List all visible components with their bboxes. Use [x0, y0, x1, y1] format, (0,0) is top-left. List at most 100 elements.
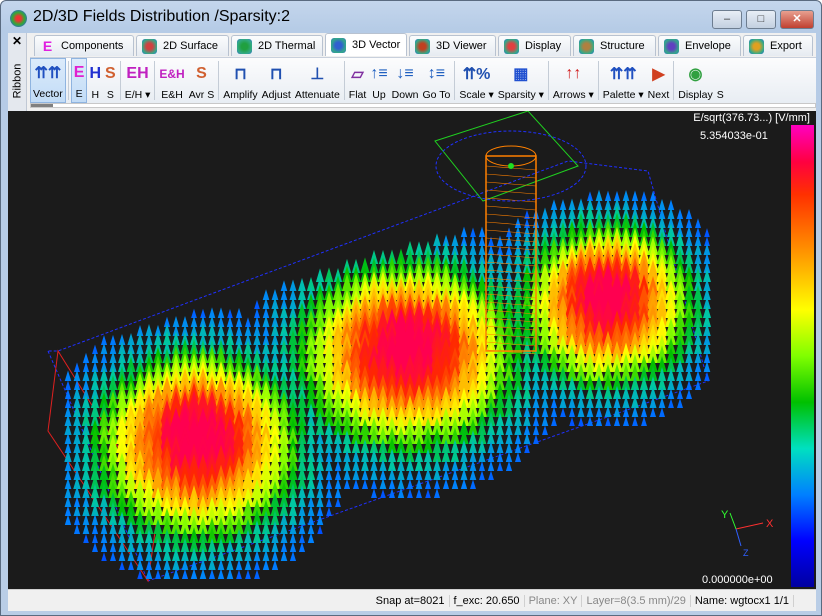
h-icon: H — [89, 65, 102, 82]
goto-icon: ↕≡ — [427, 65, 446, 82]
tab-components[interactable]: E Components — [34, 35, 134, 56]
close-button[interactable]: ✕ — [780, 10, 814, 29]
s-button[interactable]: SS — [103, 58, 118, 103]
field-arrow — [371, 488, 377, 498]
e-component-icon: E — [42, 37, 53, 54]
next-icon: ▶ — [652, 66, 665, 83]
field-arrow — [533, 434, 539, 444]
up-button[interactable]: ↑≡ Up — [368, 58, 389, 103]
vector-button[interactable]: ⇈⇈ Vector — [30, 58, 66, 103]
z-axis-line — [735, 528, 742, 547]
field-arrow — [92, 542, 98, 552]
field-arrow — [208, 569, 216, 579]
field-arrow — [235, 307, 243, 318]
tab-3d-viewer[interactable]: 3D Viewer — [409, 35, 496, 56]
tab-3d-vector[interactable]: 3D Vector — [325, 33, 407, 56]
down-button[interactable]: ↓≡ Down — [390, 58, 421, 103]
tab-bar: E Components 2D Surface 2D Thermal 3D Vector… — [34, 33, 816, 57]
separator — [67, 61, 69, 100]
scale-icon: ⇈% — [462, 66, 491, 83]
eh-icon: EH — [126, 65, 149, 82]
palette-icon: ⇈⇈ — [609, 66, 637, 83]
vector-icon — [331, 37, 346, 53]
tab-structure[interactable]: Structure — [573, 35, 656, 56]
button-label: Flat — [348, 89, 367, 101]
z-axis-label: Z — [743, 548, 749, 558]
ribbon-scrollbar[interactable] — [30, 103, 816, 108]
field-arrow — [685, 389, 693, 399]
field-arrow — [704, 371, 710, 381]
field-arrow — [460, 478, 468, 489]
field-arrow — [551, 416, 557, 426]
separator — [218, 61, 220, 100]
s-button[interactable]: S — [715, 58, 726, 103]
tab-display[interactable]: Display — [498, 35, 571, 56]
arrows-icon: ↑↑ — [565, 65, 582, 82]
tab-2d-surface[interactable]: 2D Surface — [136, 35, 229, 56]
tab-envelope[interactable]: Envelope — [658, 35, 741, 56]
amplify-button[interactable]: ⊓ Amplify — [221, 58, 259, 103]
adjust-button[interactable]: ⊓ Adjust — [260, 58, 293, 103]
y-axis-label: Y — [721, 509, 729, 521]
field-arrow — [478, 461, 486, 471]
field-arrow — [334, 460, 342, 471]
button-label: Down — [391, 89, 419, 101]
eh-button[interactable]: EH E/H ▾ — [123, 58, 153, 103]
tab-2d-thermal[interactable]: 2D Thermal — [231, 35, 323, 56]
maximize-button[interactable]: □ — [746, 10, 776, 29]
field-arrow — [442, 478, 450, 489]
field-arrow — [128, 560, 134, 570]
tab-label: Structure — [600, 40, 645, 52]
sparsity-button[interactable]: ▦ Sparsity ▾ — [496, 58, 546, 103]
field-arrow — [407, 488, 413, 498]
field-arrow — [325, 478, 333, 489]
status-bar: Snap at=8021 f_exc: 20.650 Plane: XY Lay… — [8, 589, 816, 611]
field-arrow — [550, 397, 558, 408]
avrs-button[interactable]: S Avr S — [187, 58, 216, 103]
field-arrow — [289, 551, 297, 561]
field-arrow — [100, 532, 108, 543]
minimize-button[interactable]: – — [712, 10, 742, 29]
next-button[interactable]: ▶ Next — [646, 58, 672, 103]
3d-vector-viewport[interactable]: X Y Z E/sqrt(376.73...) [V/mm] 5.354033e-0… — [8, 111, 816, 589]
vector-field-plot[interactable]: X Y Z — [8, 111, 816, 589]
field-arrow — [299, 533, 305, 543]
e-button[interactable]: EE — [70, 58, 88, 103]
field-arrow — [119, 561, 125, 570]
h-button[interactable]: HH — [87, 58, 103, 103]
colorbar — [791, 125, 814, 587]
field-arrow — [550, 406, 558, 417]
envelope-icon — [664, 38, 679, 54]
button-label: E&H — [161, 89, 183, 101]
ribbon-label[interactable]: Ribbon — [11, 64, 23, 99]
field-arrow — [64, 505, 72, 516]
arrows-button[interactable]: ↑↑ Arrows ▾ — [551, 58, 596, 103]
tab-label: Components — [61, 40, 124, 52]
y-axis-line — [729, 512, 737, 530]
scrollbar-thumb[interactable] — [31, 104, 53, 107]
button-label: Amplify — [223, 89, 258, 101]
field-arrow — [298, 542, 306, 552]
display-button[interactable]: ◉ Display — [676, 58, 714, 103]
palette-button[interactable]: ⇈⇈ Palette ▾ — [601, 58, 646, 103]
attenuate-button[interactable]: ⊥ Attenuate — [293, 58, 342, 103]
separator — [673, 61, 675, 100]
field-arrow — [326, 506, 332, 516]
tab-export[interactable]: Export — [743, 35, 813, 56]
field-arrow — [326, 497, 332, 507]
field-arrow — [496, 451, 504, 462]
field-arrow — [181, 568, 189, 579]
export-icon — [749, 38, 764, 54]
field-arrow — [217, 568, 225, 579]
flat-button[interactable]: ▱ Flat — [347, 58, 369, 103]
field-arrow — [479, 470, 485, 480]
ribbon-close-icon[interactable]: ✕ — [12, 34, 22, 48]
status-name: Name: wgtocx1 1/1 — [691, 594, 794, 607]
goto-button[interactable]: ↕≡ Go To — [421, 58, 453, 103]
scale-button[interactable]: ⇈% Scale ▾ — [457, 58, 495, 103]
field-arrow — [433, 488, 441, 498]
e-and-h-button[interactable]: E&H E&H — [157, 58, 186, 103]
tab-label: Export — [770, 40, 802, 52]
field-arrow — [82, 352, 90, 363]
button-label: Arrows ▾ — [552, 89, 594, 101]
